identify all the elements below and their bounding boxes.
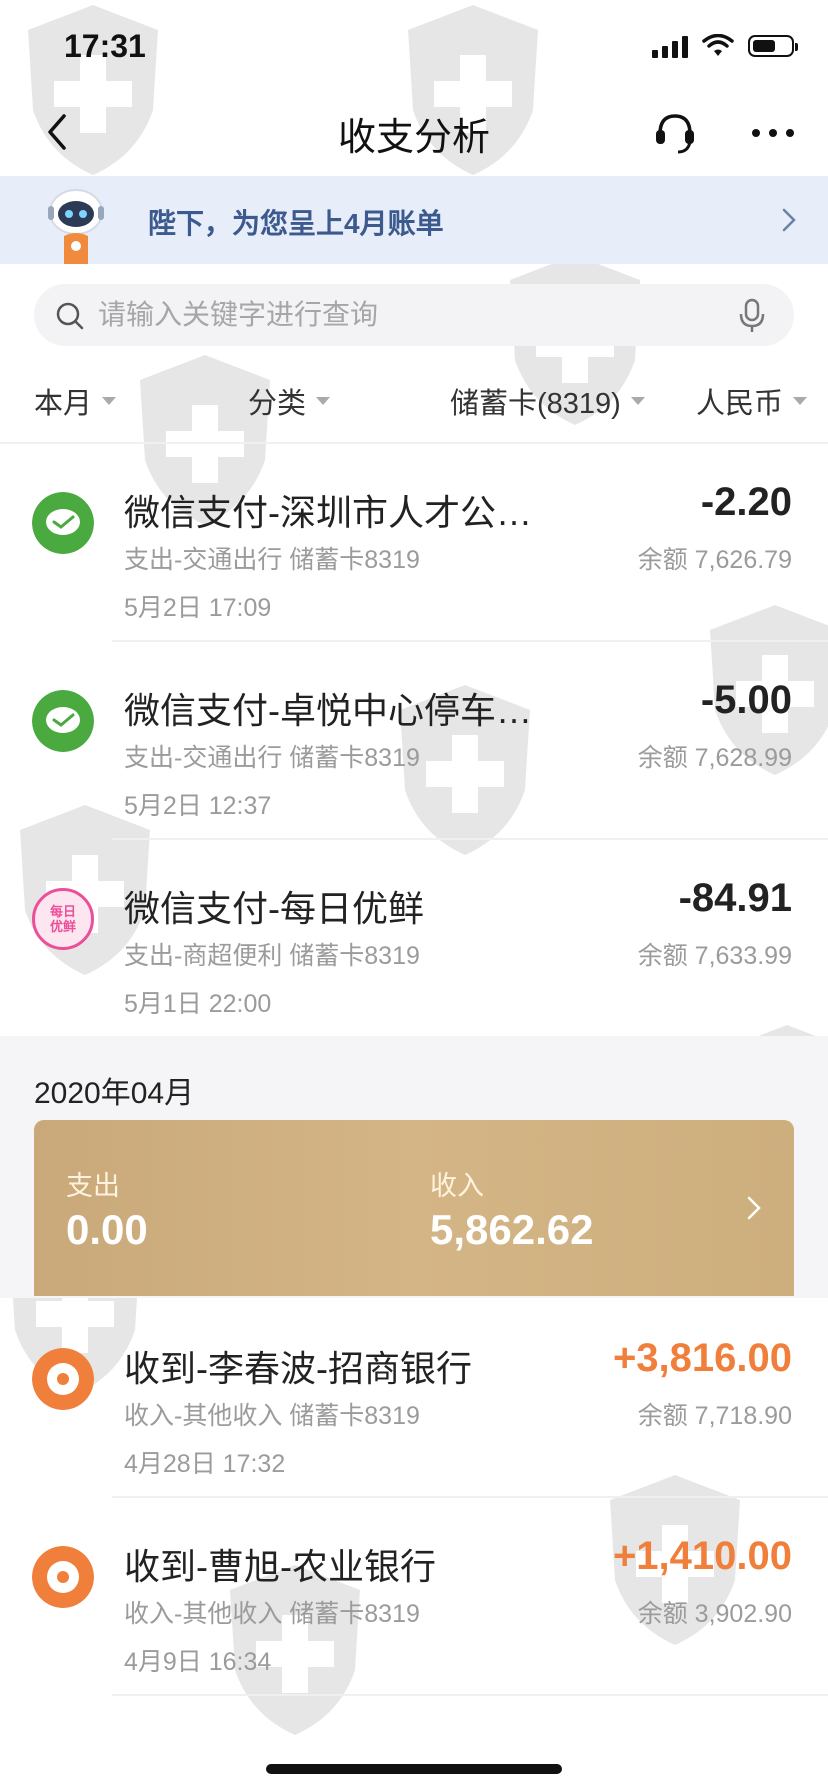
transaction-category: 收入-其他收入 储蓄卡8319 xyxy=(124,1402,420,1430)
chevron-right-icon xyxy=(782,208,796,232)
income-icon xyxy=(32,1348,94,1410)
wifi-icon xyxy=(702,34,734,56)
transaction-amount: +3,816.00 xyxy=(612,1336,792,1380)
filter-currency-label: 人民币 xyxy=(696,388,784,420)
transaction-balance: 余额 7,626.79 xyxy=(637,546,792,574)
month-summary-card[interactable] xyxy=(34,1120,794,1296)
transaction-amount: -5.00 xyxy=(700,678,792,722)
microphone-icon[interactable] xyxy=(738,298,766,334)
dropdown-triangle-icon xyxy=(630,397,645,405)
transaction-time: 4月28日 17:32 xyxy=(124,1450,286,1478)
transaction-category: 支出-交通出行 储蓄卡8319 xyxy=(124,744,420,772)
page-title: 收支分析 xyxy=(337,117,490,159)
transaction-title: 微信支付-卓悦中心停车… xyxy=(124,690,532,731)
transaction-time: 5月1日 22:00 xyxy=(124,990,272,1018)
filter-period[interactable]: 本月 xyxy=(34,380,117,422)
row-divider xyxy=(112,1694,828,1696)
transaction-balance: 余额 7,628.99 xyxy=(637,744,792,772)
transaction-balance: 余额 7,718.90 xyxy=(637,1402,792,1430)
transaction-time: 4月9日 16:34 xyxy=(124,1648,272,1676)
transaction-amount: +1,410.00 xyxy=(612,1534,792,1578)
transaction-amount: -2.20 xyxy=(700,480,792,524)
transaction-time: 5月2日 17:09 xyxy=(124,594,272,622)
chevron-right-icon xyxy=(747,1196,761,1220)
dropdown-triangle-icon xyxy=(793,397,808,405)
transaction-title: 收到-曹旭-农业银行 xyxy=(124,1546,436,1587)
filter-period-label: 本月 xyxy=(34,388,93,420)
transaction-time: 5月2日 12:37 xyxy=(124,792,272,820)
income-icon xyxy=(32,1546,94,1608)
filter-currency[interactable]: 人民币 xyxy=(696,380,808,422)
missfresh-logo-text: 每日优鲜 xyxy=(49,904,76,934)
cellular-signal-icon xyxy=(652,34,688,58)
income-label: 收入 xyxy=(430,1171,484,1201)
transaction-category: 支出-商超便利 储蓄卡8319 xyxy=(124,942,420,970)
transaction-row[interactable]: 微信支付-卓悦中心停车… 支出-交通出行 储蓄卡8319 5月2日 12:37 … xyxy=(0,642,828,840)
wechat-pay-icon xyxy=(32,492,94,554)
customer-service-icon[interactable] xyxy=(650,108,700,158)
status-indicators xyxy=(652,34,798,58)
month-label: 2020年04月 xyxy=(34,1077,195,1110)
transaction-row[interactable]: 收到-曹旭-农业银行 收入-其他收入 储蓄卡8319 4月9日 16:34 +1… xyxy=(0,1498,828,1696)
transaction-category: 支出-交通出行 储蓄卡8319 xyxy=(124,546,420,574)
transaction-balance: 余额 7,633.99 xyxy=(637,942,792,970)
transaction-row[interactable]: 每日优鲜 微信支付-每日优鲜 支出-商超便利 储蓄卡8319 5月1日 22:0… xyxy=(0,840,828,1038)
transaction-title: 微信支付-每日优鲜 xyxy=(124,888,424,929)
transaction-title: 微信支付-深圳市人才公… xyxy=(124,492,532,533)
filter-category[interactable]: 分类 xyxy=(248,380,331,422)
transaction-balance: 余额 3,902.90 xyxy=(637,1600,792,1628)
missfresh-logo-icon: 每日优鲜 xyxy=(32,888,94,950)
filter-card[interactable]: 储蓄卡(8319) xyxy=(450,380,645,422)
banner-text: 陛下，为您呈上4月账单 xyxy=(148,208,444,239)
filter-card-label: 储蓄卡(8319) xyxy=(450,388,621,420)
transaction-row[interactable]: 微信支付-深圳市人才公… 支出-交通出行 储蓄卡8319 5月2日 17:09 … xyxy=(0,444,828,642)
transaction-category: 收入-其他收入 储蓄卡8319 xyxy=(124,1600,420,1628)
wechat-pay-icon xyxy=(32,690,94,752)
search-input[interactable] xyxy=(98,284,718,346)
more-options-icon[interactable] xyxy=(748,118,798,148)
dropdown-triangle-icon xyxy=(316,397,331,405)
transaction-row[interactable]: 收到-李春波-招商银行 收入-其他收入 储蓄卡8319 4月28日 17:32 … xyxy=(0,1300,828,1498)
income-value: 5,862.62 xyxy=(430,1206,594,1253)
transaction-amount: -84.91 xyxy=(678,876,792,920)
expense-value: 0.00 xyxy=(66,1206,148,1253)
filter-category-label: 分类 xyxy=(248,388,307,420)
status-time: 17:31 xyxy=(64,28,146,64)
battery-icon xyxy=(748,35,798,57)
expense-label: 支出 xyxy=(66,1171,120,1201)
transaction-title: 收到-李春波-招商银行 xyxy=(124,1348,472,1389)
dropdown-triangle-icon xyxy=(102,397,117,405)
home-indicator[interactable] xyxy=(266,1764,562,1774)
search-icon xyxy=(56,302,84,330)
robot-mascot-icon xyxy=(48,189,104,264)
